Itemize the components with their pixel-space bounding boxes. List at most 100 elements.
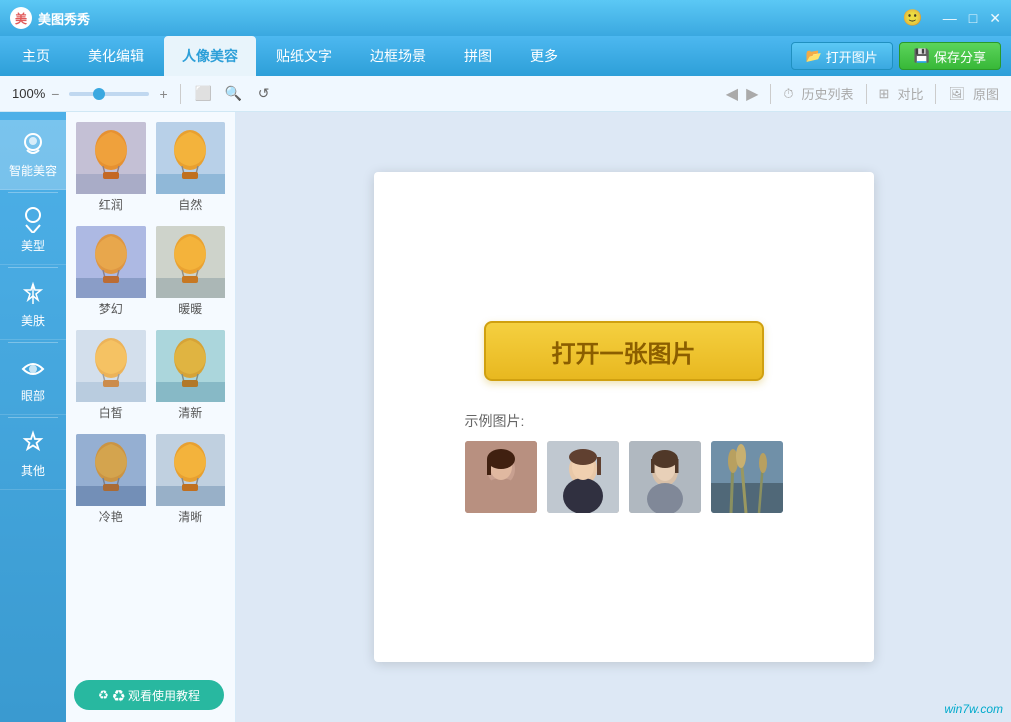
other-icon	[19, 430, 47, 458]
sidebar-divider-2	[8, 267, 58, 268]
filter-thumb-hongrun	[75, 122, 147, 194]
filter-ziran[interactable]: 自然	[154, 120, 228, 218]
titlebar: 美 美图秀秀 🙂 — □ ✕	[0, 0, 1011, 36]
sample-label: 示例图片:	[465, 411, 525, 431]
open-image-button[interactable]: 📂 打开图片	[791, 42, 893, 70]
filter-baixi[interactable]: 白皙	[74, 328, 148, 426]
toolbar-separator-2	[770, 84, 771, 104]
eye-icon	[19, 355, 47, 383]
sample-section: 示例图片:	[465, 411, 783, 513]
sidebar-item-skin[interactable]: 美肤	[0, 270, 66, 340]
menu-collage[interactable]: 拼图	[446, 36, 510, 76]
filter-label-qingxin: 清新	[156, 402, 226, 424]
eye-label: 眼部	[21, 387, 45, 404]
sample-image-2[interactable]	[547, 441, 619, 513]
app-title: 美图秀秀	[38, 9, 90, 28]
minimize-button[interactable]: —	[943, 10, 957, 26]
main-content: 智能美容 美型 美肤	[0, 112, 1011, 722]
zoom-plus-icon[interactable]: +	[159, 86, 167, 102]
filter-thumb-nuannuan	[154, 226, 226, 298]
filter-label-hongrun: 红润	[76, 194, 146, 216]
save-share-button[interactable]: 💾 保存分享	[899, 42, 1001, 70]
filter-thumb-lengyan	[75, 434, 147, 506]
refresh-icon[interactable]: ↺	[253, 83, 275, 105]
menu-frame[interactable]: 边框场景	[352, 36, 444, 76]
nav-back-button[interactable]: ◀	[726, 84, 738, 104]
canvas-area: 打开一张图片 示例图片:	[236, 112, 1011, 722]
zoom-slider[interactable]	[69, 92, 149, 96]
open-icon: 📂	[806, 48, 822, 64]
filter-lengyan[interactable]: 冷艳	[74, 432, 148, 530]
toolbar-separator-4	[935, 84, 936, 104]
canvas-panel: 打开一张图片 示例图片:	[374, 172, 874, 662]
menu-beauty[interactable]: 人像美容	[164, 36, 256, 76]
sample-images	[465, 441, 783, 513]
filter-label-menghuan: 梦幻	[76, 298, 146, 320]
nav-forward-button[interactable]: ▶	[746, 84, 758, 104]
smiley-icon[interactable]: 🙂	[903, 8, 923, 28]
history-label[interactable]: 历史列表	[802, 84, 854, 103]
save-icon: 💾	[914, 48, 930, 64]
toolbar-separator-1	[180, 84, 181, 104]
tutorial-label: ♻ 观看使用教程	[113, 687, 200, 704]
zoom-in-icon[interactable]: 🔍	[223, 83, 245, 105]
filter-thumb-baixi	[75, 330, 147, 402]
menu-edit[interactable]: 美化编辑	[70, 36, 162, 76]
filter-thumb-menghuan	[75, 226, 147, 298]
original-label[interactable]: 原图	[973, 84, 999, 103]
zoom-thumb	[93, 88, 105, 100]
sidebar-item-other[interactable]: 其他	[0, 420, 66, 490]
filter-qingxi[interactable]: 清晰	[154, 432, 228, 530]
filter-menghuan[interactable]: 梦幻	[74, 224, 148, 322]
history-icon: ⏱	[783, 86, 793, 102]
sidebar-item-smart-beauty[interactable]: 智能美容	[0, 120, 66, 190]
window-controls: 🙂 — □ ✕	[903, 8, 1001, 28]
compare-label[interactable]: 对比	[897, 84, 923, 103]
crop-icon[interactable]: ⬜	[193, 83, 215, 105]
tutorial-icon: ♻	[98, 688, 109, 702]
open-image-main-button[interactable]: 打开一张图片	[484, 321, 764, 381]
menu-sticker[interactable]: 贴纸文字	[258, 36, 350, 76]
other-label: 其他	[21, 462, 45, 479]
filter-label-ziran: 自然	[156, 194, 226, 216]
sidebar: 智能美容 美型 美肤	[0, 112, 66, 722]
maximize-button[interactable]: □	[969, 10, 977, 26]
menubar-actions: 📂 打开图片 💾 保存分享	[791, 36, 1007, 76]
filter-label-lengyan: 冷艳	[76, 506, 146, 528]
sample-image-4[interactable]	[711, 441, 783, 513]
close-button[interactable]: ✕	[989, 10, 1001, 27]
menu-home[interactable]: 主页	[4, 36, 68, 76]
filter-panel: 红润 自然	[66, 112, 236, 722]
tutorial-button[interactable]: ♻ ♻ 观看使用教程	[74, 680, 224, 710]
skin-icon	[19, 280, 47, 308]
smart-beauty-label: 智能美容	[9, 162, 57, 179]
zoom-percent: 100%	[12, 86, 45, 101]
toolbar-nav: ◀ ▶ ⏱ 历史列表 ⊞ 对比 🖼 原图	[726, 84, 999, 104]
shape-icon	[19, 205, 47, 233]
filter-label-baixi: 白皙	[76, 402, 146, 424]
filter-hongrun[interactable]: 红润	[74, 120, 148, 218]
menubar: 主页 美化编辑 人像美容 贴纸文字 边框场景 拼图 更多 📂 打开图片 💾 保存…	[0, 36, 1011, 76]
filter-qingxin[interactable]: 清新	[154, 328, 228, 426]
filter-grid: 红润 自然	[74, 120, 227, 530]
logo-icon: 美	[10, 7, 32, 29]
app-logo: 美 美图秀秀	[10, 7, 903, 29]
watermark: win7w.com	[944, 702, 1003, 716]
filter-label-nuannuan: 暖暖	[156, 298, 226, 320]
toolbar: 100% − + ⬜ 🔍 ↺ ◀ ▶ ⏱ 历史列表 ⊞ 对比 🖼 原图	[0, 76, 1011, 112]
compare-icon: ⊞	[879, 86, 890, 102]
shape-label: 美型	[21, 237, 45, 254]
filter-thumb-qingxi	[154, 434, 226, 506]
sample-image-3[interactable]	[629, 441, 701, 513]
sample-image-1[interactable]	[465, 441, 537, 513]
filter-thumb-qingxin	[154, 330, 226, 402]
toolbar-separator-3	[866, 84, 867, 104]
menu-more[interactable]: 更多	[512, 36, 576, 76]
zoom-minus-icon[interactable]: −	[51, 86, 59, 102]
sidebar-divider-4	[8, 417, 58, 418]
sidebar-item-eye[interactable]: 眼部	[0, 345, 66, 415]
filter-nuannuan[interactable]: 暖暖	[154, 224, 228, 322]
sidebar-item-shape[interactable]: 美型	[0, 195, 66, 265]
zoom-control: 100% − +	[12, 86, 168, 102]
sidebar-divider-3	[8, 342, 58, 343]
